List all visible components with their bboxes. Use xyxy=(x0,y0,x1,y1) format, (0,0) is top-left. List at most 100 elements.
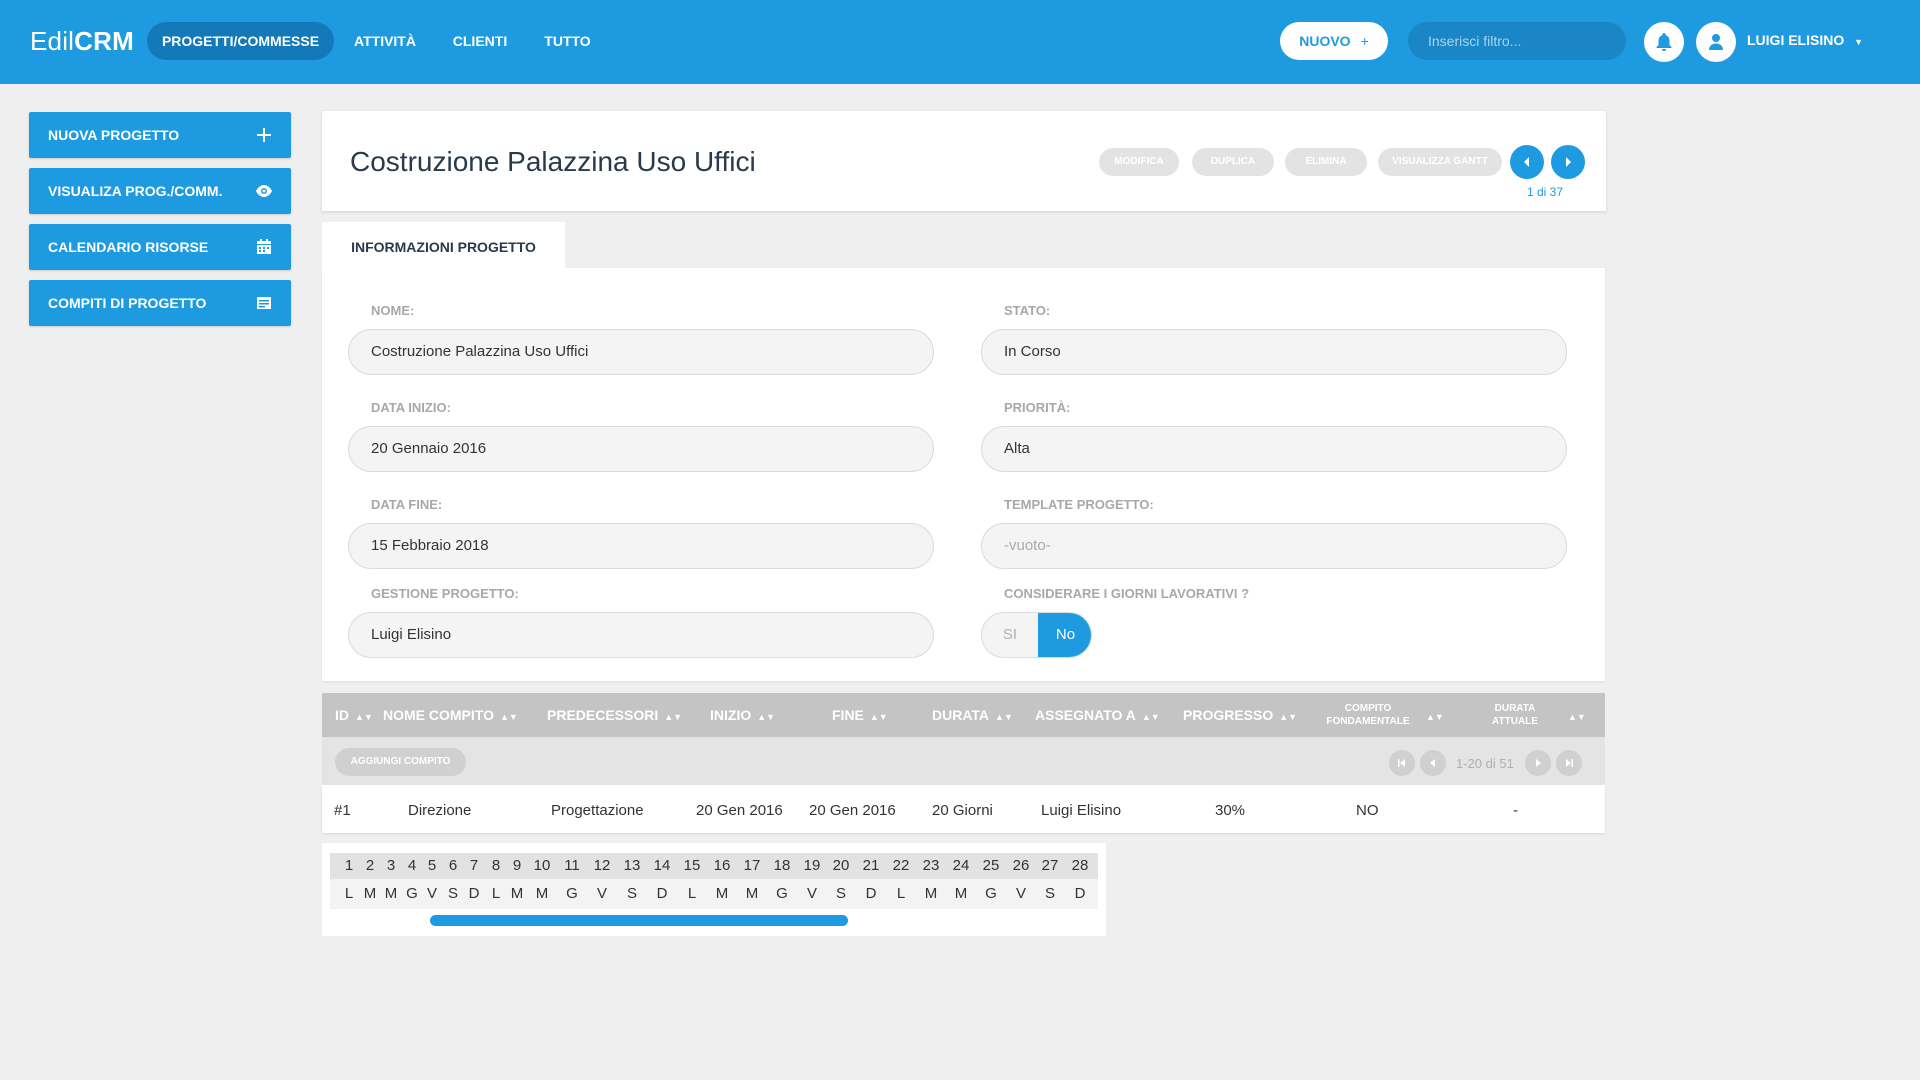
name-label: NOME: xyxy=(371,303,415,318)
sort-icon: ▲▼ xyxy=(995,712,1013,722)
next-project-button[interactable] xyxy=(1551,145,1585,179)
column-header-progresso[interactable]: PROGRESSO ▲▼ xyxy=(1183,693,1297,737)
edit-button[interactable]: MODIFICA xyxy=(1099,148,1179,176)
gantt-day-number: 6 xyxy=(448,857,458,874)
gantt-day-number: 9 xyxy=(512,857,522,874)
nav-clienti[interactable]: CLIENTI xyxy=(440,22,520,60)
gantt-weekday-letter: M xyxy=(535,885,549,902)
sidebar-resource-calendar-button[interactable]: CALENDARIO RISORSE xyxy=(29,224,291,270)
duplicate-button[interactable]: DUPLICA xyxy=(1192,148,1274,176)
gantt-day-number: 13 xyxy=(623,857,641,874)
template-field[interactable]: -vuoto- xyxy=(981,523,1567,569)
add-task-button[interactable]: AGGIUNGI COMPITO xyxy=(335,748,466,776)
caret-right-icon xyxy=(1536,759,1541,767)
nav-progetti-commesse[interactable]: PROGETTI/COMMESSE xyxy=(147,22,334,60)
tab-project-info[interactable]: INFORMAZIONI PROGETTO xyxy=(322,222,565,268)
gantt-weekday-letter: D xyxy=(1074,885,1086,902)
column-header-nome[interactable]: NOME COMPITO ▲▼ xyxy=(383,693,518,737)
sort-icon: ▲▼ xyxy=(1279,712,1298,722)
gantt-weekday-letter: D xyxy=(468,885,480,902)
gantt-day-number: 10 xyxy=(533,857,551,874)
previous-page-button[interactable] xyxy=(1420,750,1446,776)
working-days-toggle: SI No xyxy=(981,612,1092,658)
gantt-weekday-letter: S xyxy=(835,885,846,902)
sort-icon: ▲▼ xyxy=(355,712,373,722)
next-page-button[interactable] xyxy=(1525,750,1551,776)
gantt-day-number: 28 xyxy=(1071,857,1089,874)
sort-icon: ▲▼ xyxy=(1141,712,1160,722)
gantt-weekday-letter: S xyxy=(447,885,458,902)
plus-icon: + xyxy=(1360,33,1369,49)
view-gantt-button[interactable]: VISUALIZZA GANTT xyxy=(1378,148,1502,176)
filter-input[interactable] xyxy=(1408,22,1626,60)
sort-icon[interactable]: ▲▼ xyxy=(1420,693,1444,737)
template-label: TEMPLATE PROGETTO: xyxy=(1004,497,1154,512)
start-date-label: DATA INIZIO: xyxy=(371,400,451,415)
gantt-day-number: 23 xyxy=(922,857,940,874)
column-header-fine[interactable]: FINE ▲▼ xyxy=(832,693,888,737)
column-header-predecessori[interactable]: PREDECESSORI ▲▼ xyxy=(547,693,682,737)
nav-tutto[interactable]: TUTTO xyxy=(530,22,605,60)
sort-icon[interactable]: ▲▼ xyxy=(1562,693,1586,737)
gantt-day-number: 12 xyxy=(593,857,611,874)
plus-icon xyxy=(257,128,271,142)
delete-button[interactable]: ELIMINA xyxy=(1285,148,1367,176)
app-logo[interactable]: EdilCRM xyxy=(30,26,134,57)
last-page-icon xyxy=(1566,759,1573,767)
gantt-day-number: 26 xyxy=(1012,857,1030,874)
gantt-weekday-letter: M xyxy=(510,885,524,902)
previous-project-button[interactable] xyxy=(1510,145,1544,179)
gantt-day-number: 25 xyxy=(982,857,1000,874)
start-date-field[interactable]: 20 Gennaio 2016 xyxy=(348,426,934,472)
notifications-button[interactable] xyxy=(1644,22,1684,62)
gantt-day-number: 15 xyxy=(683,857,701,874)
sidebar-new-project-button[interactable]: NUOVA PROGETTO xyxy=(29,112,291,158)
cell-progresso: 30% xyxy=(1215,802,1246,819)
status-label: STATO: xyxy=(1004,303,1051,318)
pagination-text: 1-20 di 51 xyxy=(1456,756,1514,771)
status-field[interactable]: In Corso xyxy=(981,329,1567,375)
gantt-weekday-letter: V xyxy=(1015,885,1026,902)
sidebar-view-projects-button[interactable]: VISUALIZA PROG./COMM. xyxy=(29,168,291,214)
toggle-option-si[interactable]: SI xyxy=(982,613,1038,657)
calendar-icon xyxy=(257,239,271,254)
nav-attivita[interactable]: ATTIVITÀ xyxy=(340,22,430,60)
bell-icon xyxy=(1656,33,1672,51)
gantt-scrollbar[interactable] xyxy=(430,915,848,926)
gantt-day-number: 3 xyxy=(386,857,396,874)
priority-field[interactable]: Alta xyxy=(981,426,1567,472)
new-button[interactable]: NUOVO + xyxy=(1280,22,1388,60)
gantt-weekday-letter: L xyxy=(344,885,354,902)
gantt-day-number: 21 xyxy=(862,857,880,874)
gantt-weekday-letter: M xyxy=(924,885,938,902)
gantt-weekday-letter: M xyxy=(384,885,398,902)
column-header-durata[interactable]: DURATA ▲▼ xyxy=(932,693,1013,737)
cell-durata-attuale: - xyxy=(1513,802,1518,819)
toggle-option-no[interactable]: No xyxy=(1038,613,1091,657)
gantt-weekday-letter: G xyxy=(566,885,578,902)
top-navbar: EdilCRM PROGETTI/COMMESSE ATTIVITÀ CLIEN… xyxy=(0,0,1920,84)
first-page-button[interactable] xyxy=(1389,750,1415,776)
gantt-day-number: 14 xyxy=(653,857,671,874)
user-menu[interactable]: LUIGI ELISINO ▼ xyxy=(1747,32,1863,48)
end-date-field[interactable]: 15 Febbraio 2018 xyxy=(348,523,934,569)
user-avatar[interactable] xyxy=(1696,22,1736,62)
gantt-weekday-letter: L xyxy=(896,885,906,902)
name-field[interactable]: Costruzione Palazzina Uso Uffici xyxy=(348,329,934,375)
gantt-day-number: 4 xyxy=(407,857,417,874)
manager-label: GESTIONE PROGETTO: xyxy=(371,586,519,601)
sidebar-project-tasks-button[interactable]: COMPITI DI PROGETTO xyxy=(29,280,291,326)
project-pager: 1 di 37 xyxy=(1527,185,1564,199)
last-page-button[interactable] xyxy=(1556,750,1582,776)
gantt-day-number: 20 xyxy=(832,857,850,874)
gantt-weekday-letter: L xyxy=(491,885,501,902)
column-header-inizio[interactable]: INIZIO ▲▼ xyxy=(710,693,775,737)
sort-icon: ▲▼ xyxy=(664,712,683,722)
column-header-assegnato[interactable]: ASSEGNATO A ▲▼ xyxy=(1035,693,1160,737)
gantt-day-number: 1 xyxy=(344,857,354,874)
column-header-id[interactable]: ID ▲▼ xyxy=(335,693,373,737)
manager-field[interactable]: Luigi Elisino xyxy=(348,612,934,658)
gantt-day-number: 27 xyxy=(1041,857,1059,874)
gantt-weekday-letter: M xyxy=(363,885,377,902)
gantt-weekday-letter: V xyxy=(806,885,817,902)
